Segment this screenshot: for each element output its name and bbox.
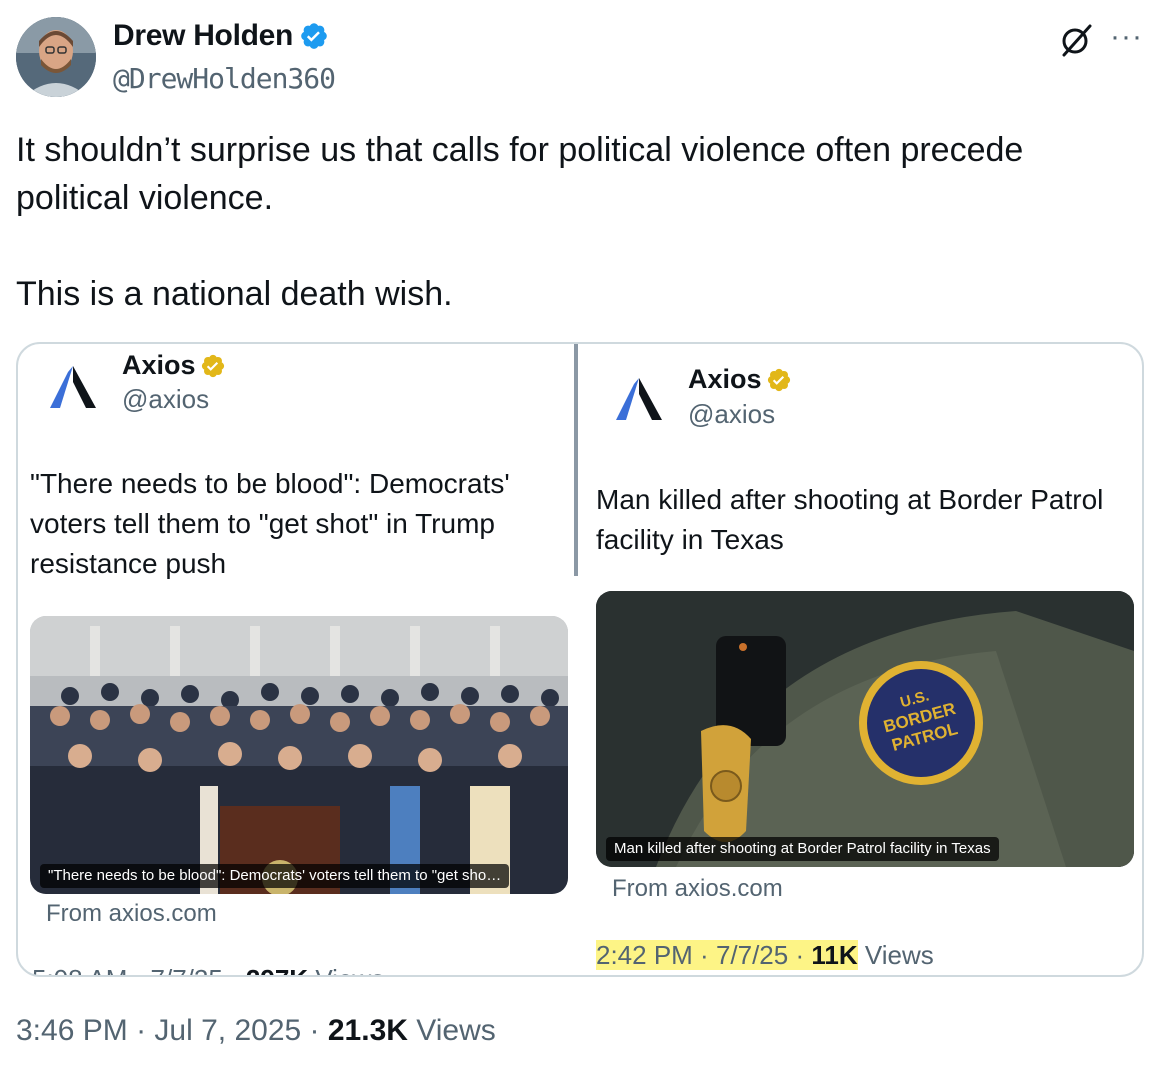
author-name[interactable]: Drew Holden — [113, 19, 293, 53]
image-caption: Man killed after shooting at Border Patr… — [606, 837, 999, 861]
quote-author-name[interactable]: Axios — [688, 364, 792, 395]
quote-date[interactable]: 7/7/25 — [151, 964, 223, 975]
quote-date[interactable]: 7/7/25 — [716, 940, 788, 970]
carousel-divider — [574, 344, 578, 576]
axios-logo-icon — [50, 366, 96, 408]
grok-icon[interactable] — [1058, 22, 1094, 58]
tweet-date[interactable]: Jul 7, 2025 — [154, 1014, 301, 1047]
link-source[interactable]: From axios.com — [46, 900, 217, 928]
author-handle[interactable]: @DrewHolden360 — [113, 62, 336, 95]
author-avatar[interactable] — [16, 17, 96, 97]
verified-badge-icon — [301, 23, 327, 49]
quote-time[interactable]: 2:42 PM — [596, 940, 693, 970]
tweet-meta: 3:46 PM · Jul 7, 2025 · 21.3K Views — [16, 1014, 496, 1047]
tweet-text: It shouldn’t surprise us that calls for … — [16, 131, 1024, 313]
quote-author-handle[interactable]: @axios — [688, 399, 775, 430]
more-icon[interactable]: ··· — [1110, 22, 1143, 52]
quote-image[interactable]: U.S. BORDER PATROL Man killed after shoo… — [596, 591, 1134, 867]
quoted-tweets-embed[interactable]: Axios @axios "There needs to be blood": … — [16, 342, 1144, 977]
quote-author-name[interactable]: Axios — [122, 350, 226, 381]
quote-time[interactable]: 5:08 AM — [32, 964, 127, 975]
quote-text: "There needs to be blood": Democrats' vo… — [30, 468, 510, 579]
verified-gold-badge-icon — [201, 354, 224, 377]
quote-author-name-text: Axios — [122, 350, 196, 380]
quote-author-name-text: Axios — [688, 364, 762, 394]
quote-text: Man killed after shooting at Border Patr… — [596, 484, 1104, 555]
quote-views-count: 11K — [811, 940, 858, 970]
tweet-views-label: Views — [416, 1014, 496, 1047]
quote-image[interactable]: "There needs to be blood": Democrats' vo… — [30, 616, 568, 894]
link-source[interactable]: From axios.com — [612, 875, 783, 903]
quote-meta: 5:08 AM · 7/7/25 · 297K Views — [32, 964, 384, 975]
tweet-time[interactable]: 3:46 PM — [16, 1014, 128, 1047]
quote-views-label: Views — [315, 964, 384, 975]
verified-gold-badge-icon — [767, 368, 790, 391]
quote-meta: 2:42 PM · 7/7/25 · 11K Views — [596, 940, 934, 970]
quote-views-count: 297K — [246, 964, 308, 975]
axios-logo-icon — [616, 378, 662, 420]
quote-views-label: Views — [864, 940, 934, 970]
image-caption: "There needs to be blood": Democrats' vo… — [40, 864, 510, 888]
tweet-views-count: 21.3K — [327, 1014, 408, 1047]
quote-author-handle[interactable]: @axios — [122, 384, 209, 415]
